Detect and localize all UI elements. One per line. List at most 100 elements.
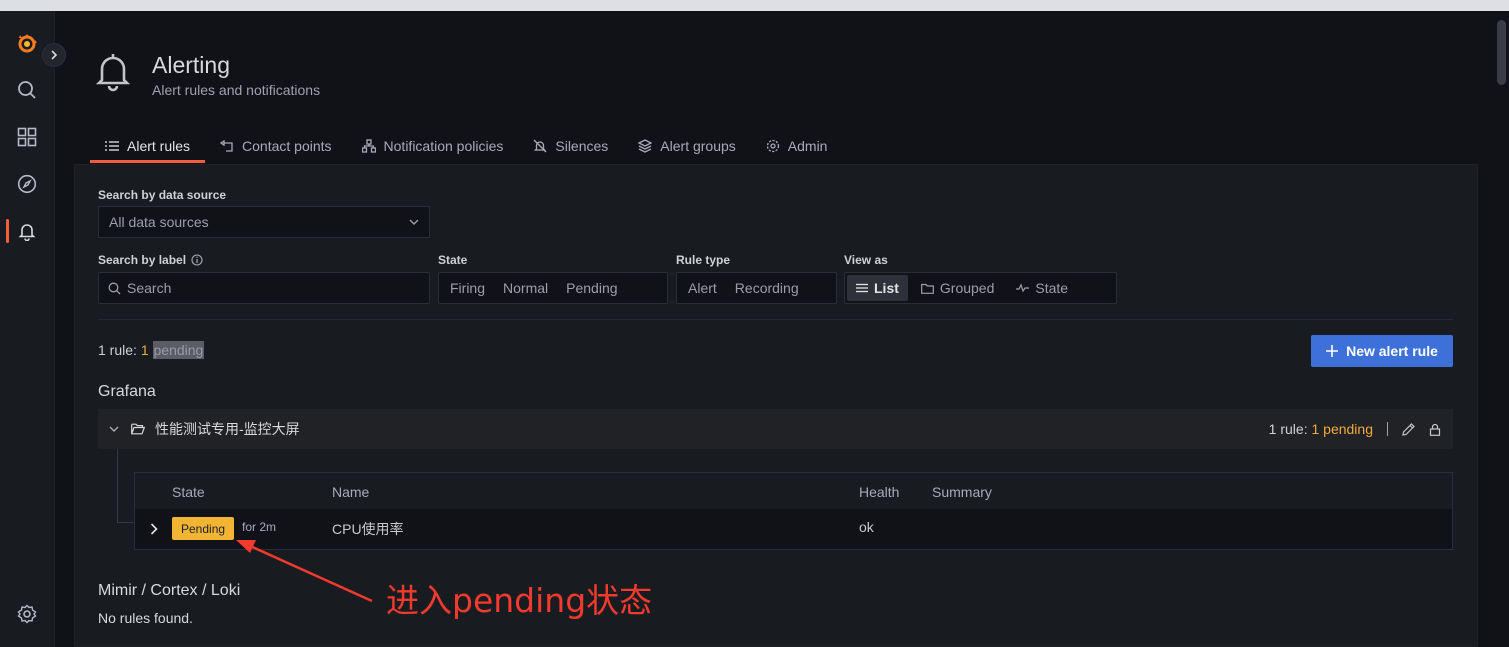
rules-summary: 1 rule: 1 pending — [98, 341, 205, 359]
tab-notification-policies[interactable]: Notification policies — [347, 131, 519, 161]
alert-rules-panel: Search by data source All data sources S… — [74, 164, 1478, 647]
page-title: Alerting — [152, 52, 230, 78]
tab-silences[interactable]: Silences — [518, 131, 623, 161]
contact-icon — [220, 139, 233, 152]
view-as-list-label: List — [874, 280, 899, 296]
list-icon — [105, 140, 119, 151]
rule-type-filter-group: Alert Recording — [676, 272, 837, 304]
label-search-placeholder: Search — [127, 280, 172, 296]
rule-name: CPU使用率 — [332, 521, 404, 537]
folder-rule-summary: 1 rule: 1 pending — [1269, 421, 1373, 437]
view-as-option-grouped[interactable]: Grouped — [912, 275, 1003, 301]
settings-gear-icon[interactable] — [13, 600, 41, 628]
table-row[interactable]: Pending for 2m CPU使用率 ok — [135, 509, 1452, 549]
folder-summary-count: 1 pending — [1311, 421, 1373, 437]
view-as-group: List Grouped State — [844, 272, 1117, 304]
expand-menu-button[interactable] — [42, 43, 66, 67]
scrollbar-thumb[interactable] — [1497, 20, 1506, 85]
plus-icon — [1326, 345, 1339, 357]
heartbeat-icon — [1016, 283, 1030, 293]
explore-compass-icon[interactable] — [13, 170, 41, 198]
search-icon — [108, 282, 121, 294]
state-filter-group: Firing Normal Pending — [438, 272, 668, 304]
tree-connector — [117, 449, 118, 523]
folder-summary-prefix: 1 rule: — [1268, 421, 1312, 437]
cog-icon — [766, 139, 779, 153]
datasource-filter-label: Search by data source — [98, 188, 227, 202]
folder-name: 性能测试专用-监控大屏 — [155, 421, 300, 437]
browser-toolbar-strip — [0, 0, 1509, 11]
view-as-grouped-label: Grouped — [939, 280, 995, 296]
table-header: State Name Health Summary — [135, 473, 1452, 509]
new-alert-rule-label: New alert rule — [1346, 343, 1438, 359]
tab-label: Silences — [555, 138, 609, 154]
annotation-text: 进入pending状态 — [386, 581, 653, 620]
grafana-logo-icon[interactable] — [13, 30, 41, 58]
state-option-pending[interactable]: Pending — [557, 275, 626, 301]
folder-icon — [920, 283, 934, 294]
new-alert-rule-button[interactable]: New alert rule — [1311, 335, 1453, 367]
column-health: Health — [859, 484, 900, 500]
bell-slash-icon — [533, 139, 547, 153]
state-filter-label: State — [438, 253, 468, 267]
rule-type-option-alert[interactable]: Alert — [679, 275, 726, 301]
search-icon[interactable] — [13, 76, 41, 104]
list-icon — [856, 283, 868, 293]
label-search-input[interactable]: Search — [98, 272, 430, 304]
view-as-state-label: State — [1035, 280, 1069, 296]
chevron-down-icon — [409, 219, 419, 225]
column-state: State — [172, 484, 205, 500]
state-badge-pending: Pending — [172, 517, 235, 540]
separator — [1387, 422, 1388, 436]
state-duration: for 2m — [242, 520, 277, 534]
folder-row[interactable]: 性能测试专用-监控大屏 1 rule: 1 pending — [98, 409, 1453, 449]
grafana-section-title: Grafana — [98, 383, 156, 400]
tab-alert-rules[interactable]: Alert rules — [90, 131, 206, 163]
pen-edit-icon[interactable] — [1402, 422, 1415, 436]
column-summary: Summary — [932, 484, 992, 500]
tab-admin[interactable]: Admin — [751, 131, 843, 161]
summary-prefix: 1 rule: — [98, 342, 141, 358]
column-name: Name — [332, 484, 370, 500]
sitemap-icon — [361, 139, 376, 153]
scrollbar-track[interactable] — [1494, 11, 1509, 647]
rule-health: ok — [859, 519, 874, 535]
datasource-select[interactable]: All data sources — [98, 206, 430, 238]
view-as-option-list[interactable]: List — [847, 275, 908, 301]
dashboards-icon[interactable] — [13, 123, 41, 151]
chevron-down-icon[interactable] — [109, 426, 119, 432]
page-bell-icon — [95, 54, 131, 92]
tab-label: Alert groups — [660, 138, 736, 154]
active-indicator — [6, 219, 9, 243]
tab-label: Alert rules — [127, 137, 191, 154]
page-subtitle: Alert rules and notifications — [152, 82, 321, 98]
state-option-normal[interactable]: Normal — [494, 275, 557, 301]
view-as-option-state[interactable]: State — [1007, 275, 1077, 301]
tab-alert-groups[interactable]: Alert groups — [623, 131, 750, 161]
datasource-select-value: All data sources — [109, 214, 209, 230]
view-as-label: View as — [844, 253, 888, 267]
tab-contact-points[interactable]: Contact points — [205, 131, 347, 161]
tree-connector-branch — [117, 522, 133, 523]
tab-label: Notification policies — [383, 138, 504, 154]
rules-table: State Name Health Summary Pending for 2m… — [134, 472, 1453, 550]
alerting-bell-icon[interactable] — [13, 217, 41, 245]
label-search-label-text: Search by label — [98, 253, 187, 267]
tab-label: Admin — [787, 138, 828, 154]
chevron-right-icon — [51, 50, 58, 60]
folder-open-icon — [131, 423, 145, 435]
label-search-label: Search by label — [98, 253, 203, 267]
summary-count: 1 — [140, 342, 149, 358]
info-circle-icon[interactable] — [191, 254, 203, 266]
mimir-empty-text: No rules found. — [98, 610, 193, 626]
tab-label: Contact points — [242, 138, 332, 154]
rule-type-filter-label: Rule type — [676, 253, 731, 267]
filters-divider — [98, 319, 1453, 320]
summary-state-word: pending — [152, 341, 205, 359]
mimir-section-title: Mimir / Cortex / Loki — [98, 582, 241, 599]
chevron-right-icon[interactable] — [150, 523, 158, 535]
side-menu — [0, 11, 55, 647]
rule-type-option-recording[interactable]: Recording — [726, 275, 808, 301]
lock-icon[interactable] — [1429, 423, 1441, 436]
state-option-firing[interactable]: Firing — [441, 275, 494, 301]
